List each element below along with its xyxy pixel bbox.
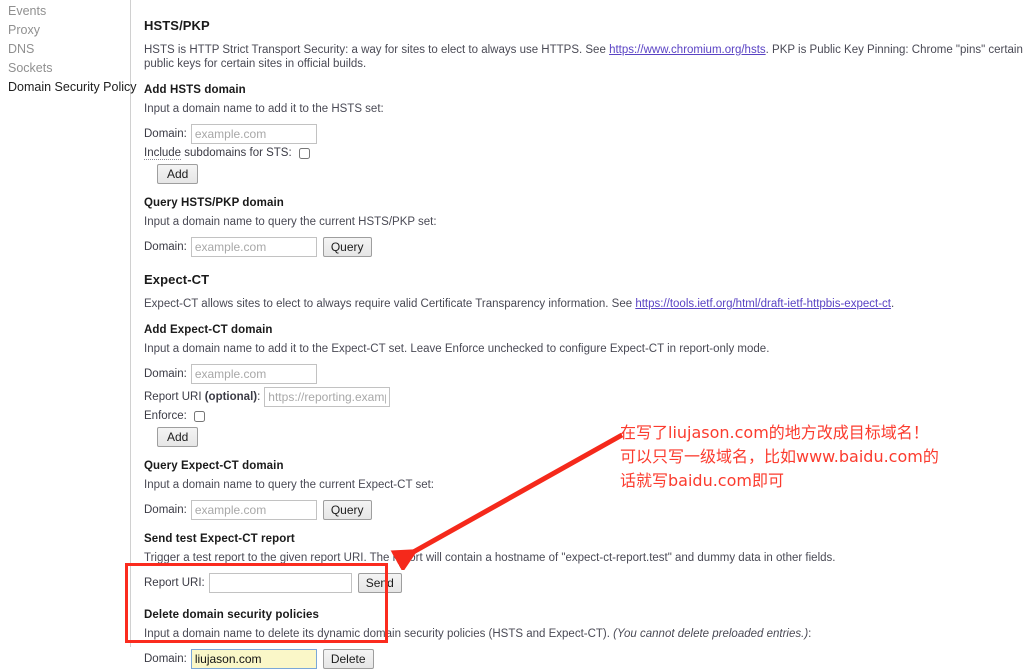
report-uri-text: Report URI	[144, 391, 205, 403]
add-expect-ct-report-uri-label: Report URI (optional):	[144, 391, 260, 403]
page-root: Events Proxy DNS Sockets Domain Security…	[0, 0, 1024, 669]
delete-domain-label: Domain:	[144, 653, 187, 665]
report-uri-optional: (optional)	[204, 391, 258, 403]
send-test-report-title: Send test Expect-CT report	[144, 533, 295, 545]
sidebar-item-events[interactable]: Events	[0, 2, 130, 21]
add-hsts-domain-row: Domain:	[144, 124, 1024, 144]
sidebar-item-sockets[interactable]: Sockets	[0, 59, 130, 78]
send-test-report-row: Report URI: Send	[144, 573, 1024, 593]
query-hsts-domain-input[interactable]	[190, 237, 317, 257]
send-test-report-uri-label: Report URI:	[144, 577, 205, 589]
delete-domain-row: Domain: Delete	[144, 649, 1024, 669]
delete-desc-normal: Input a domain name to delete its dynami…	[144, 628, 614, 640]
expect-ct-spec-link[interactable]: https://tools.ietf.org/html/draft-ietf-h…	[635, 298, 891, 310]
report-uri-colon: :	[257, 391, 261, 403]
query-hsts-domain-title: Query HSTS/PKP domain	[144, 197, 284, 209]
sidebar-item-domain-security-policy[interactable]: Domain Security Policy	[0, 78, 137, 97]
hsts-description: HSTS is HTTP Strict Transport Security: …	[144, 43, 1024, 71]
add-hsts-button[interactable]: Add	[157, 164, 199, 184]
add-hsts-description: Input a domain name to add it to the HST…	[144, 103, 384, 115]
expect-ct-description: Expect-CT allows sites to elect to alway…	[144, 297, 1024, 311]
query-expect-ct-domain-label: Domain:	[144, 504, 187, 516]
add-hsts-domain-input[interactable]	[190, 124, 317, 144]
sidebar: Events Proxy DNS Sockets Domain Security…	[0, 0, 137, 647]
delete-policies-description: Input a domain name to delete its dynami…	[144, 627, 1024, 641]
send-test-report-description: Trigger a test report to the given repor…	[144, 552, 836, 564]
add-expect-ct-title: Add Expect-CT domain	[144, 324, 273, 336]
main-content: HSTS/PKP HSTS is HTTP Strict Transport S…	[131, 0, 1024, 669]
add-hsts-subdomains-label: Include subdomains for STS:	[144, 147, 292, 160]
add-expect-ct-button[interactable]: Add	[157, 427, 199, 447]
annotation-text: 在写了liujason.com的地方改成目标域名！ 可以只写一级域名，比如www…	[620, 423, 939, 490]
query-hsts-description: Input a domain name to query the current…	[144, 216, 437, 228]
delete-policies-title: Delete domain security policies	[144, 609, 320, 621]
send-test-report-uri-input[interactable]	[208, 573, 352, 593]
add-hsts-button-row: Add	[144, 162, 1024, 184]
query-hsts-button[interactable]: Query	[322, 237, 372, 257]
chromium-hsts-link[interactable]: https://www.chromium.org/hsts	[609, 44, 766, 56]
add-expect-ct-report-uri-input[interactable]	[264, 387, 391, 407]
query-hsts-domain-row: Domain: Query	[144, 237, 1024, 257]
include-abbr: Include	[144, 147, 182, 160]
send-test-report-button[interactable]: Send	[357, 573, 402, 593]
query-expect-ct-button[interactable]: Query	[322, 500, 372, 520]
add-hsts-domain-title: Add HSTS domain	[144, 84, 246, 96]
sidebar-item-dns[interactable]: DNS	[0, 40, 130, 59]
query-expect-ct-domain-row: Domain: Query	[144, 500, 1024, 520]
hsts-desc-pre: HSTS is HTTP Strict Transport Security: …	[144, 44, 610, 56]
add-expect-ct-report-uri-row: Report URI (optional):	[144, 387, 1024, 407]
sidebar-item-proxy[interactable]: Proxy	[0, 21, 130, 40]
include-abbr-rest: subdomains for STS:	[181, 147, 292, 159]
add-expect-ct-description: Input a domain name to add it to the Exp…	[144, 343, 770, 355]
add-expect-ct-enforce-label: Enforce:	[144, 410, 187, 422]
delete-desc-tail: :	[808, 628, 812, 640]
add-hsts-domain-label: Domain:	[144, 128, 187, 140]
expect-ct-desc-post: .	[890, 298, 895, 310]
expect-ct-desc-pre: Expect-CT allows sites to elect to alway…	[144, 298, 636, 310]
add-expect-ct-domain-row: Domain:	[144, 364, 1024, 384]
hsts-section-title: HSTS/PKP	[144, 18, 210, 33]
delete-domain-input[interactable]	[190, 649, 317, 669]
expect-ct-section-title: Expect-CT	[144, 272, 210, 287]
add-expect-ct-domain-label: Domain:	[144, 368, 187, 380]
add-expect-ct-domain-input[interactable]	[190, 364, 317, 384]
query-expect-ct-domain-input[interactable]	[190, 500, 317, 520]
delete-desc-italic: (You cannot delete preloaded entries.)	[613, 628, 809, 640]
delete-domain-button[interactable]: Delete	[322, 649, 374, 669]
query-hsts-domain-label: Domain:	[144, 241, 187, 253]
add-hsts-subdomains-checkbox[interactable]	[298, 147, 310, 159]
add-expect-ct-enforce-checkbox[interactable]	[193, 410, 205, 422]
add-hsts-subdomains-row: Include subdomains for STS:	[144, 147, 1024, 160]
